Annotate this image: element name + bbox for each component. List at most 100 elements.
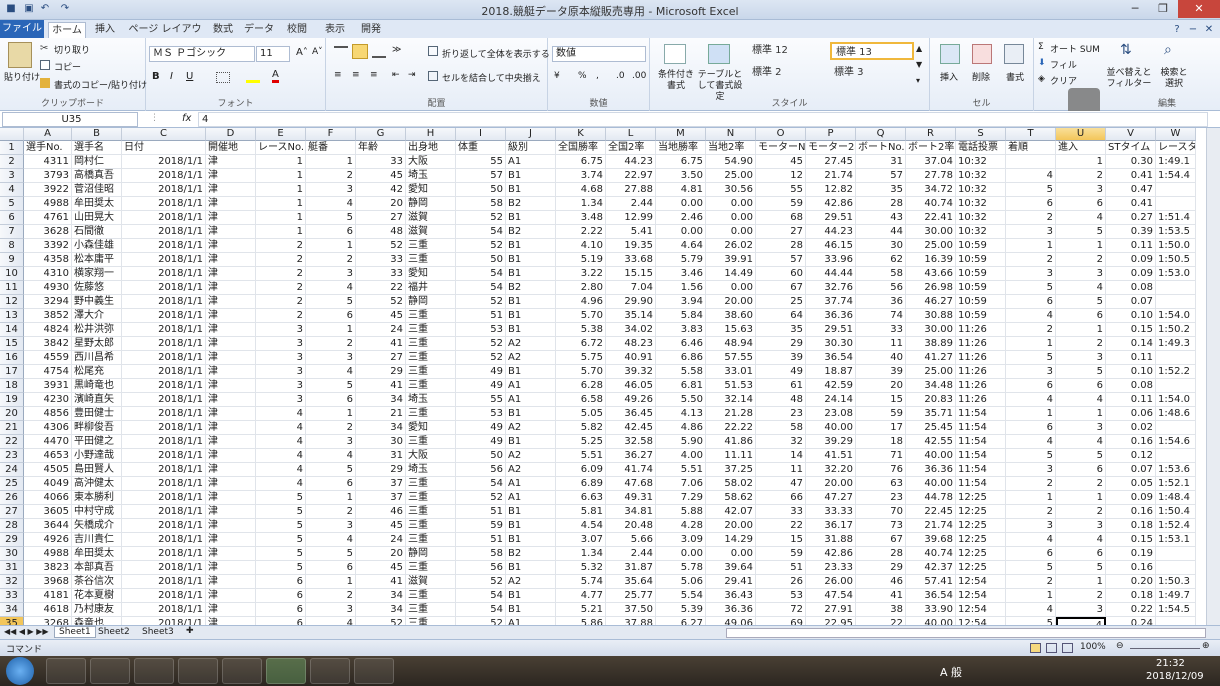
table-cell[interactable]: 28: [756, 239, 806, 253]
table-cell[interactable]: 67: [856, 533, 906, 547]
table-cell[interactable]: [1156, 421, 1196, 435]
table-cell[interactable]: 36.36: [906, 463, 956, 477]
table-cell[interactable]: B2: [506, 281, 556, 295]
table-cell[interactable]: 津: [206, 379, 256, 393]
table-cell[interactable]: 0.15: [1106, 533, 1156, 547]
table-cell[interactable]: 1: [306, 575, 356, 589]
table-cell[interactable]: 5: [1006, 183, 1056, 197]
table-cell[interactable]: 5.81: [556, 505, 606, 519]
row-header[interactable]: 21: [0, 421, 24, 435]
table-cell[interactable]: 60: [756, 267, 806, 281]
table-cell[interactable]: 4066: [24, 491, 72, 505]
table-cell[interactable]: 6: [1056, 547, 1106, 561]
tab-developer[interactable]: 開発: [356, 22, 386, 38]
table-cell[interactable]: 17: [856, 421, 906, 435]
table-cell[interactable]: 5.88: [656, 505, 706, 519]
table-cell[interactable]: 0.05: [1106, 477, 1156, 491]
table-cell[interactable]: 37.50: [606, 603, 656, 617]
table-cell[interactable]: 4.13: [656, 407, 706, 421]
table-cell[interactable]: 3: [306, 351, 356, 365]
table-cell[interactable]: 1:50.5: [1156, 253, 1196, 267]
table-cell[interactable]: 4930: [24, 281, 72, 295]
table-cell[interactable]: 1.34: [556, 547, 606, 561]
explorer-taskbar-icon[interactable]: [90, 658, 130, 684]
table-cell[interactable]: 5.90: [656, 435, 706, 449]
table-cell[interactable]: 6.28: [556, 379, 606, 393]
table-cell[interactable]: 4.81: [656, 183, 706, 197]
table-cell[interactable]: 4: [306, 197, 356, 211]
table-cell[interactable]: 37.88: [606, 617, 656, 625]
table-cell[interactable]: 40.00: [806, 421, 856, 435]
table-cell[interactable]: [1156, 379, 1196, 393]
table-cell[interactable]: 中村守成: [72, 505, 122, 519]
start-button[interactable]: [6, 657, 34, 685]
orientation-icon[interactable]: ≫: [392, 45, 401, 55]
column-title-cell[interactable]: 着順: [1006, 141, 1056, 155]
restore-button[interactable]: ❐: [1150, 0, 1176, 18]
table-cell[interactable]: 4: [1056, 393, 1106, 407]
table-cell[interactable]: 畔柳俊吾: [72, 421, 122, 435]
zoom-level[interactable]: 100%: [1080, 642, 1106, 652]
table-cell[interactable]: 24: [356, 323, 406, 337]
tab-page-layout[interactable]: ページ レイアウト: [126, 22, 204, 50]
table-cell[interactable]: 津: [206, 183, 256, 197]
styles-scroll-up-icon[interactable]: ▲: [916, 44, 922, 53]
table-cell[interactable]: 高橋真吾: [72, 169, 122, 183]
table-cell[interactable]: 2.22: [556, 225, 606, 239]
table-cell[interactable]: B1: [506, 267, 556, 281]
table-cell[interactable]: 36.45: [606, 407, 656, 421]
column-header-F[interactable]: F: [306, 128, 356, 141]
comma-icon[interactable]: ,: [596, 71, 599, 81]
sheet-tab-2[interactable]: Sheet2: [98, 627, 130, 637]
table-cell[interactable]: 2: [306, 337, 356, 351]
table-cell[interactable]: 大阪: [406, 449, 456, 463]
table-cell[interactable]: 野中義生: [72, 295, 122, 309]
table-cell[interactable]: 1: [1056, 239, 1106, 253]
ribbon-minimize-icon[interactable]: −: [1186, 23, 1200, 37]
ime-indicator[interactable]: A 般: [940, 664, 962, 680]
table-cell[interactable]: 津: [206, 491, 256, 505]
column-title-cell[interactable]: モーターNo.: [756, 141, 806, 155]
table-cell[interactable]: 石間徹: [72, 225, 122, 239]
row-header[interactable]: 15: [0, 337, 24, 351]
table-cell[interactable]: 49.26: [606, 393, 656, 407]
table-cell[interactable]: 25.00: [706, 169, 756, 183]
table-cell[interactable]: 6: [1006, 197, 1056, 211]
table-cell[interactable]: 58: [456, 547, 506, 561]
table-cell[interactable]: 2018/1/1: [122, 323, 206, 337]
table-cell[interactable]: 4761: [24, 211, 72, 225]
table-cell[interactable]: 57.55: [706, 351, 756, 365]
table-cell[interactable]: 2: [1056, 169, 1106, 183]
table-cell[interactable]: 27: [356, 211, 406, 225]
table-cell[interactable]: 41: [356, 575, 406, 589]
table-cell[interactable]: 54: [456, 267, 506, 281]
table-cell[interactable]: A2: [506, 337, 556, 351]
table-cell[interactable]: 2: [1056, 337, 1106, 351]
table-cell[interactable]: 29.51: [806, 211, 856, 225]
table-cell[interactable]: 46.27: [906, 295, 956, 309]
table-cell[interactable]: 33.68: [606, 253, 656, 267]
table-cell[interactable]: 39.32: [606, 365, 656, 379]
row-header[interactable]: 2: [0, 155, 24, 169]
table-cell[interactable]: 6: [1056, 463, 1106, 477]
table-cell[interactable]: A2: [506, 351, 556, 365]
table-cell[interactable]: A2: [506, 463, 556, 477]
grow-font-icon[interactable]: A˄: [296, 47, 308, 58]
table-cell[interactable]: 津: [206, 589, 256, 603]
table-cell[interactable]: 32.58: [606, 435, 656, 449]
table-cell[interactable]: 2: [306, 505, 356, 519]
table-cell[interactable]: 4: [1056, 617, 1106, 625]
table-cell[interactable]: 4230: [24, 393, 72, 407]
style-cell-standard-12[interactable]: 標準 12: [748, 42, 828, 60]
table-cell[interactable]: 2: [1006, 253, 1056, 267]
table-cell[interactable]: 0.00: [656, 225, 706, 239]
table-cell[interactable]: 37: [356, 491, 406, 505]
table-cell[interactable]: 0.09: [1106, 491, 1156, 505]
table-cell[interactable]: B1: [506, 561, 556, 575]
table-cell[interactable]: 1:50.0: [1156, 239, 1196, 253]
table-cell[interactable]: 10:59: [956, 295, 1006, 309]
number-format-select[interactable]: 数値: [552, 46, 646, 62]
table-cell[interactable]: 0.11: [1106, 393, 1156, 407]
table-cell[interactable]: 49: [456, 435, 506, 449]
table-cell[interactable]: 津: [206, 169, 256, 183]
